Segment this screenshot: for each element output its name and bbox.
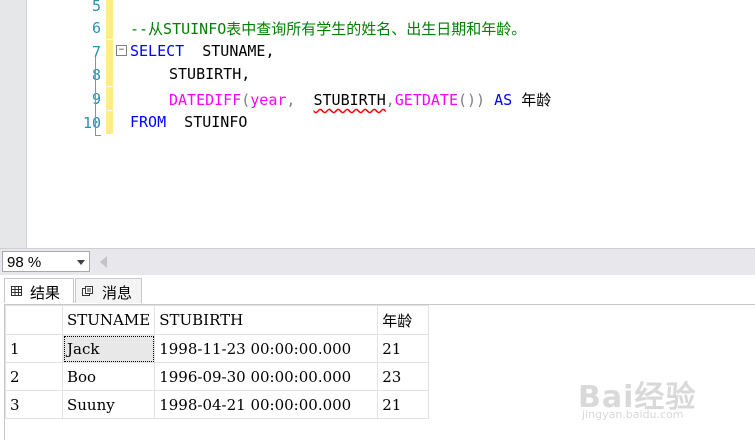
code-line-8[interactable]: 8 STUBIRTH, <box>26 63 755 86</box>
table-cell[interactable]: 23 <box>377 362 430 391</box>
query-editor[interactable]: 5 6 --从STUINFO表中查询所有学生的姓名、出生日期和年龄。 7 − S… <box>0 0 755 248</box>
change-marker <box>106 87 113 110</box>
keyword-select: SELECT <box>130 42 185 60</box>
table-row[interactable]: 3 Suuny 1998-04-21 00:00:00.000 21 <box>5 390 430 419</box>
table-cell[interactable]: 1998-04-21 00:00:00.000 <box>154 390 379 419</box>
table-cell[interactable]: Suuny <box>61 390 156 419</box>
change-marker <box>106 63 113 86</box>
tab-results[interactable]: 结果 <box>4 278 74 303</box>
keyword-from: FROM <box>130 113 167 131</box>
line-number: 6 <box>91 19 101 37</box>
watermark-url: jingyan.baidu.com <box>582 408 684 421</box>
table-cell[interactable]: Boo <box>61 362 156 391</box>
comma: , <box>286 91 314 109</box>
column-header[interactable]: STUBIRTH <box>154 305 379 335</box>
row-number[interactable]: 2 <box>5 362 63 391</box>
fold-guide <box>95 56 96 136</box>
line-number: 5 <box>91 0 101 15</box>
table-stuinfo: STUINFO <box>166 113 248 131</box>
grid-icon <box>11 286 22 296</box>
paren: ( <box>241 91 251 109</box>
comma: , <box>385 91 395 109</box>
table-row[interactable]: 2 Boo 1996-09-30 00:00:00.000 23 <box>5 362 430 391</box>
paren: ()) <box>458 91 486 109</box>
tab-messages-label: 消息 <box>102 284 133 302</box>
datepart-year: year <box>250 91 287 109</box>
zoom-dropdown[interactable]: 98 % <box>2 251 90 272</box>
change-marker <box>106 16 113 39</box>
table-row[interactable]: 1 Jack 1998-11-23 00:00:00.000 21 <box>5 334 430 363</box>
code-line-5[interactable]: 5 <box>26 0 755 17</box>
tab-messages[interactable]: 消息 <box>75 278 142 303</box>
table-header-row: STUNAME STUBIRTH 年龄 <box>5 305 430 335</box>
table-cell[interactable]: 21 <box>377 334 430 363</box>
zoom-bar: 98 % <box>0 248 755 275</box>
column-alias: 年龄 <box>521 91 552 109</box>
baidu-watermark: Bai经验 jingyan.baidu.com <box>578 372 696 421</box>
column-stuname: STUNAME, <box>184 42 275 60</box>
row-number[interactable]: 1 <box>5 334 63 363</box>
column-header[interactable]: STUNAME <box>61 305 156 335</box>
table-cell[interactable]: 21 <box>377 390 430 419</box>
column-stubirth: STUBIRTH, <box>169 65 251 83</box>
horizontal-scrollbar[interactable] <box>112 252 752 271</box>
table-cell-selected[interactable]: Jack <box>61 334 156 363</box>
table-cell[interactable]: 1998-11-23 00:00:00.000 <box>154 334 379 363</box>
function-getdate: GETDATE <box>394 91 458 109</box>
change-marker <box>106 111 113 134</box>
tab-results-label: 结果 <box>30 284 61 302</box>
results-table: STUNAME STUBIRTH 年龄 1 Jack 1998-11-23 00… <box>5 305 430 419</box>
table-cell[interactable]: 1996-09-30 00:00:00.000 <box>154 362 379 391</box>
scroll-left-arrow-icon[interactable] <box>100 256 107 268</box>
message-icon <box>82 286 93 296</box>
result-tabs: 结果 消息 <box>0 276 755 304</box>
code-line-6[interactable]: 6 --从STUINFO表中查询所有学生的姓名、出生日期和年龄。 <box>26 16 755 39</box>
row-number[interactable]: 3 <box>5 390 63 419</box>
function-datediff: DATEDIFF <box>169 91 242 109</box>
code-line-9[interactable]: 9 DATEDIFF(year, STUBIRTH,GETDATE()) AS … <box>26 87 755 110</box>
argument-stubirth-error: STUBIRTH <box>313 91 386 109</box>
column-header[interactable]: 年龄 <box>377 305 430 335</box>
keyword-as: AS <box>485 91 522 109</box>
chevron-down-icon[interactable] <box>77 260 85 265</box>
editor-left-margin <box>0 0 27 248</box>
fold-guide-end <box>95 135 101 136</box>
code-line-7[interactable]: 7 − SELECT STUNAME, <box>26 40 755 63</box>
change-marker <box>106 0 113 17</box>
change-marker <box>106 40 113 63</box>
sql-comment: --从STUINFO表中查询所有学生的姓名、出生日期和年龄。 <box>130 20 527 38</box>
row-header-corner[interactable] <box>5 305 63 335</box>
code-line-10[interactable]: 10 FROM STUINFO <box>26 111 755 134</box>
collapse-icon[interactable]: − <box>116 45 127 56</box>
zoom-value: 98 % <box>7 254 42 271</box>
